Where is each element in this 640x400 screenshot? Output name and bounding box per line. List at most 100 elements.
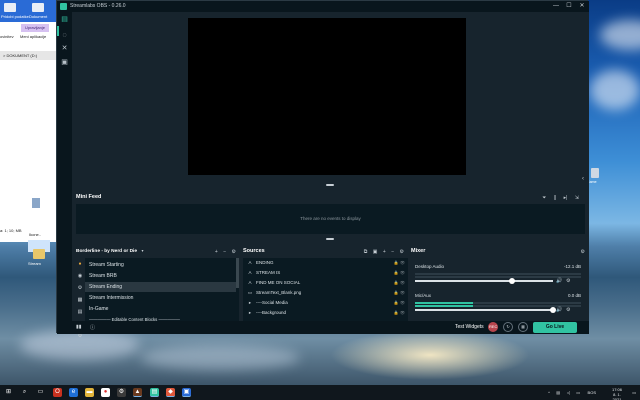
gear-icon[interactable]: ⚙ — [581, 249, 585, 255]
chrome-icon[interactable]: ● — [101, 388, 110, 397]
source-tools: ⧉ ▣ + − ⚙ — [360, 249, 404, 255]
source-item[interactable]: A FIND ME ON SOCIAL 🔒 👁 — [243, 278, 408, 288]
add-icon[interactable]: + — [215, 249, 218, 255]
visibility-icon[interactable]: 🔒 👁 — [394, 288, 405, 298]
info-icon[interactable]: ⓘ — [90, 324, 95, 331]
explorer-window-icon[interactable]: ▣ — [182, 388, 191, 397]
dashboard-icon[interactable]: ◉ — [77, 273, 83, 279]
status-text: a: 1; 10; MB — [0, 228, 22, 233]
go-live-button[interactable]: Go Live — [533, 322, 577, 333]
game-app-icon[interactable]: ▲ — [133, 388, 142, 397]
record-button[interactable]: REC — [488, 322, 498, 332]
settings-icon[interactable]: ⚙ — [77, 285, 83, 291]
database-icon[interactable] — [4, 3, 16, 12]
ribbon-text: ovinitev — [0, 34, 14, 39]
streamlabs-icon[interactable]: ▤ — [150, 388, 159, 397]
maximize-button[interactable]: ☐ — [564, 2, 574, 11]
folder-icon[interactable] — [33, 249, 45, 259]
pause-icon[interactable]: || — [554, 195, 557, 201]
taskbar: ⊞ ⌕ ▭ O e ▬ ● ⚙ ▲ ▤ ◆ ▣ ^ ▤ ◁ ▭ BOS 17:0… — [0, 385, 640, 400]
volume-knob[interactable] — [508, 278, 515, 284]
chevron-up-icon[interactable]: ^ — [548, 390, 550, 395]
opera-icon[interactable]: O — [53, 388, 62, 397]
folder-add-icon[interactable]: ▣ — [373, 249, 378, 255]
sources-panel: Sources ⧉ ▣ + − ⚙ A ENDING 🔒 👁 A STREAM — [243, 248, 408, 330]
remove-icon[interactable]: − — [391, 249, 394, 255]
gear-icon[interactable]: ⚙ — [566, 278, 570, 284]
scene-collection-selector[interactable]: Borderline - by Nerd or Die — [76, 249, 137, 254]
clock[interactable]: 17:06 8. 1. 2021 — [612, 387, 622, 400]
studio-mode-icon[interactable]: ● — [77, 261, 83, 267]
skip-icon[interactable]: ▸| — [564, 195, 568, 201]
background-window[interactable]: Pridobi podatke Dokument Upravljanje ovi… — [0, 0, 56, 252]
source-item[interactable]: ▭ StreamText_Blank.png 🔒 👁 — [243, 288, 408, 298]
visibility-icon[interactable]: 🔒 👁 — [394, 268, 405, 278]
notification-icon[interactable]: ▭ — [632, 390, 636, 395]
themes-icon[interactable]: ◌ — [60, 32, 69, 40]
speaker-icon[interactable]: 🔊 — [556, 307, 562, 313]
visibility-icon[interactable]: 🔒 👁 — [394, 298, 405, 308]
search-icon[interactable]: ⌕ — [20, 388, 29, 397]
mini-feed-header: Mini Feed ⏷ || ▸| ⇲ — [76, 194, 585, 203]
file-icon[interactable] — [32, 198, 40, 208]
tools-icon[interactable]: ✕ — [60, 45, 69, 53]
scene-item[interactable]: Stream BRB — [85, 271, 236, 281]
game-shortcut-icon[interactable] — [591, 168, 599, 178]
app-icon[interactable]: ◆ — [166, 388, 175, 397]
start-icon[interactable]: ⊞ — [4, 388, 13, 397]
resize-handle[interactable] — [326, 184, 334, 186]
image-icon: ▭ — [247, 290, 253, 295]
battery-icon[interactable]: ▭ — [576, 390, 580, 395]
title-bar[interactable]: Streamlabs OBS - 0.26.0 — ☐ ✕ — [57, 1, 589, 12]
editor-icon[interactable]: ▤ — [60, 16, 69, 24]
source-item[interactable]: A STREAM IS 🔒 👁 — [243, 268, 408, 278]
store-icon[interactable]: ▤ — [77, 309, 83, 315]
chevron-right-icon[interactable]: ‹ — [582, 176, 584, 182]
close-button[interactable]: ✕ — [577, 2, 587, 11]
edge-icon[interactable]: e — [69, 388, 78, 397]
test-widgets-button[interactable]: Test Widgets — [455, 324, 484, 330]
remove-icon[interactable]: − — [223, 249, 226, 255]
schedule-icon[interactable]: ▦ — [518, 322, 528, 332]
performance-icon[interactable]: ▮▮ — [76, 324, 82, 330]
chevron-down-icon[interactable]: ▾ — [141, 248, 143, 253]
layout-icon[interactable]: ▦ — [77, 297, 83, 303]
scene-item-selected[interactable]: Stream Ending — [85, 282, 236, 292]
source-item[interactable]: A ENDING 🔒 👁 — [243, 258, 408, 268]
stream-preview[interactable] — [188, 18, 466, 175]
file-explorer-icon[interactable]: ▬ — [85, 388, 94, 397]
group-icon[interactable]: ⧉ — [364, 249, 368, 255]
store-icon[interactable]: ▣ — [60, 59, 69, 67]
popout-icon[interactable]: ⇲ — [575, 195, 579, 201]
task-view-icon[interactable]: ▭ — [36, 388, 45, 397]
minimize-button[interactable]: — — [551, 2, 561, 11]
gear-icon[interactable]: ⚙ — [400, 249, 404, 255]
channel-db: 0.0 dB — [567, 293, 581, 298]
volume-slider[interactable] — [415, 278, 553, 284]
scene-item[interactable]: Stream Starting — [85, 260, 236, 270]
settings-icon[interactable]: ⚙ — [117, 388, 126, 397]
scene-item[interactable]: Stream Intermission — [85, 293, 236, 303]
cloud — [600, 20, 640, 50]
speaker-icon[interactable]: 🔊 — [556, 278, 562, 284]
visibility-icon[interactable]: 🔒 👁 — [394, 258, 405, 268]
gear-icon[interactable]: ⚙ — [566, 307, 570, 313]
visibility-icon[interactable]: 🔒 👁 — [394, 308, 405, 318]
scene-item[interactable]: In-Game — [85, 304, 236, 314]
manage-button[interactable]: Upravljanje — [21, 24, 49, 32]
replay-buffer-icon[interactable]: ↻ — [503, 322, 513, 332]
gear-icon[interactable]: ⚙ — [232, 249, 236, 255]
source-item[interactable]: ▸ ----Background 🔒 👁 — [243, 308, 408, 318]
visibility-icon[interactable]: 🔒 👁 — [394, 278, 405, 288]
volume-slider[interactable] — [415, 307, 556, 313]
scrollbar[interactable] — [236, 258, 239, 288]
source-item[interactable]: ▸ ----Social Media 🔒 👁 — [243, 298, 408, 308]
add-icon[interactable]: + — [383, 249, 386, 255]
mixer-channel-desktop-audio: Desktop Audio -12.1 dB 🔊 ⚙ — [415, 264, 585, 294]
filter-icon[interactable]: ⏷ — [542, 195, 546, 201]
resize-handle[interactable] — [326, 238, 334, 240]
volume-icon[interactable]: ◁ — [567, 390, 570, 395]
language-indicator[interactable]: BOS — [588, 390, 596, 395]
network-icon[interactable]: ▤ — [556, 390, 560, 395]
document-icon[interactable] — [32, 3, 44, 12]
